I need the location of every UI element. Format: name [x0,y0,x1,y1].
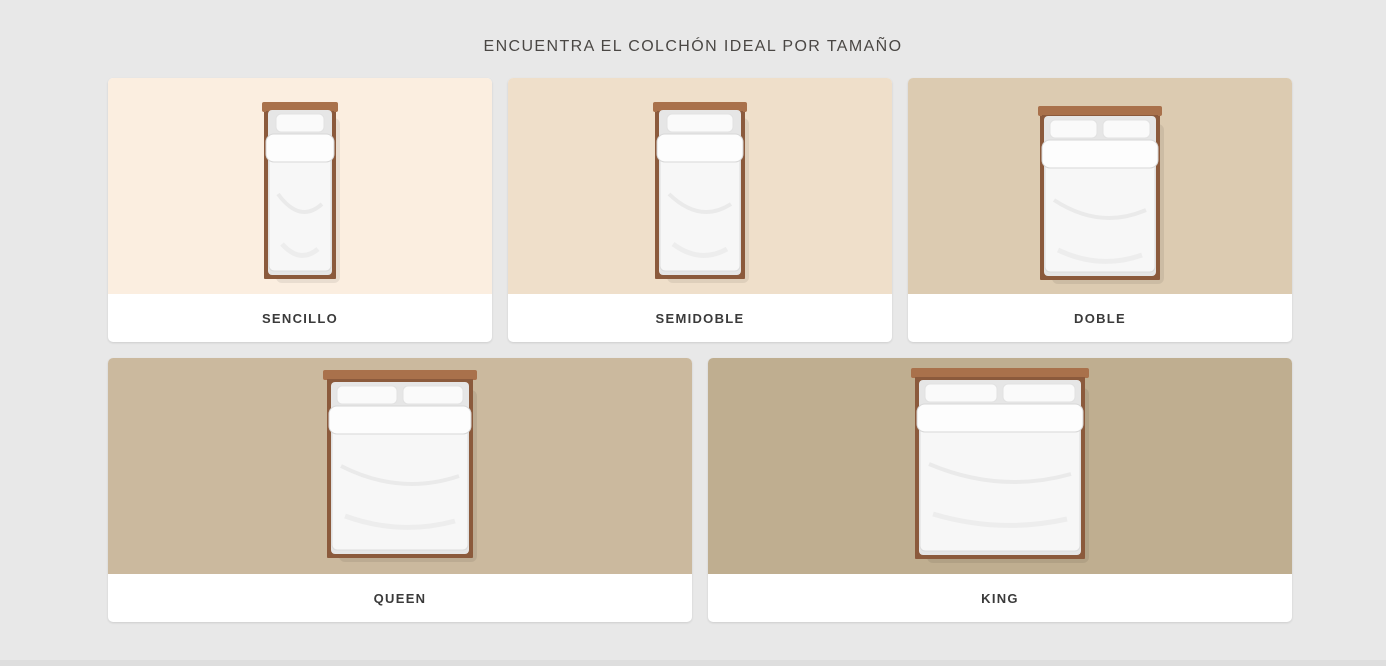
size-card-semidoble[interactable]: SEMIDOBLE [508,78,892,342]
size-card-king[interactable]: KING [708,358,1292,622]
card-label: KING [981,590,1019,606]
card-label: SENCILLO [261,310,339,326]
size-card-sencillo[interactable]: SENCILLO [108,78,492,342]
card-image [108,78,492,294]
semi-double-bed-icon [653,102,749,283]
card-image [508,78,892,294]
card-label: QUEEN [373,590,427,606]
double-bed-icon [1038,106,1164,284]
card-image [908,78,1292,294]
card-label: SEMIDOBLE [655,310,745,326]
page-bottom-edge [0,660,1386,666]
king-bed-icon [911,368,1089,563]
queen-bed-icon [323,370,477,562]
size-card-doble[interactable]: DOBLE [908,78,1292,342]
card-image [108,358,692,574]
single-bed-icon [262,102,340,283]
section-title: ENCUENTRA EL COLCHÓN IDEAL POR TAMAÑO [483,38,903,55]
card-image [708,358,1292,574]
card-label: DOBLE [1074,310,1126,326]
size-card-queen[interactable]: QUEEN [108,358,692,622]
